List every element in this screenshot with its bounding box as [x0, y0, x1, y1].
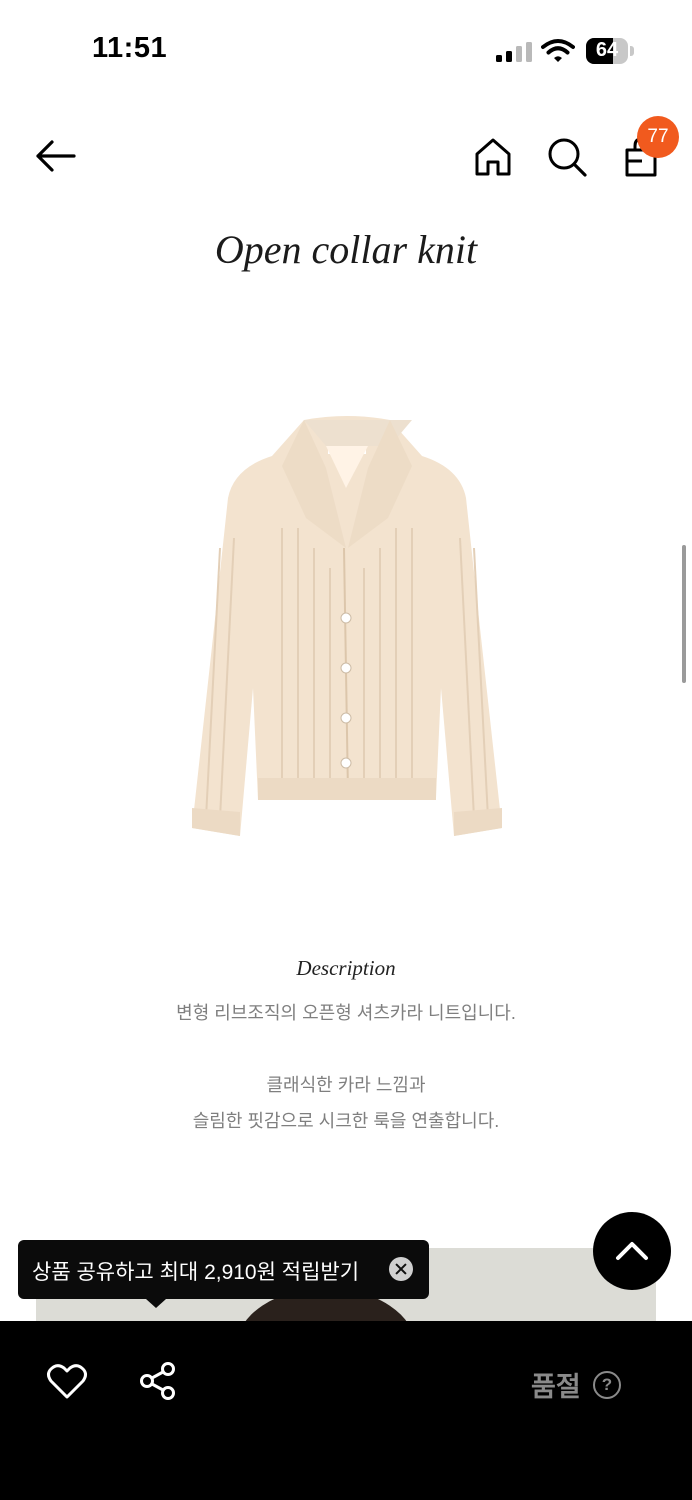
product-title: Open collar knit: [214, 227, 478, 272]
share-reward-text: 상품 공유하고 최대 2,910원 적립받기: [32, 1261, 360, 1284]
status-time: 11:51: [92, 32, 168, 64]
close-icon[interactable]: [389, 1257, 413, 1281]
home-icon[interactable]: [470, 134, 516, 180]
top-navigation: [0, 110, 692, 200]
sold-out-label: 품절: [531, 1372, 581, 1402]
scrollbar[interactable]: [682, 545, 686, 683]
description-line: 슬림한 핏감으로 시크한 룩을 연출합니다.: [192, 1111, 500, 1131]
chevron-up-icon: [616, 1242, 648, 1260]
scroll-to-top-button[interactable]: [593, 1212, 671, 1290]
search-icon[interactable]: [544, 134, 590, 180]
share-reward-tooltip[interactable]: 상품 공유하고 최대 2,910원 적립받기: [18, 1240, 429, 1308]
cellular-signal-icon: [496, 42, 532, 62]
heart-icon[interactable]: [46, 1363, 88, 1401]
cart-count-badge[interactable]: 77: [637, 116, 679, 158]
status-bar: 11:51 64: [0, 0, 692, 100]
help-icon[interactable]: ?: [593, 1371, 621, 1399]
share-icon[interactable]: [138, 1361, 178, 1401]
wifi-icon: [541, 39, 575, 62]
description-line: 변형 리브조직의 오픈형 셔츠카라 니트입니다.: [176, 1003, 516, 1023]
description-heading: Description: [296, 956, 396, 980]
description-line: 클래식한 카라 느낌과: [266, 1075, 426, 1095]
back-arrow-icon[interactable]: [30, 136, 82, 176]
battery-icon: 64: [586, 38, 634, 64]
battery-level: 64: [595, 39, 619, 61]
bottom-action-bar: 품절 ?: [0, 1321, 692, 1500]
product-image: [192, 416, 502, 836]
